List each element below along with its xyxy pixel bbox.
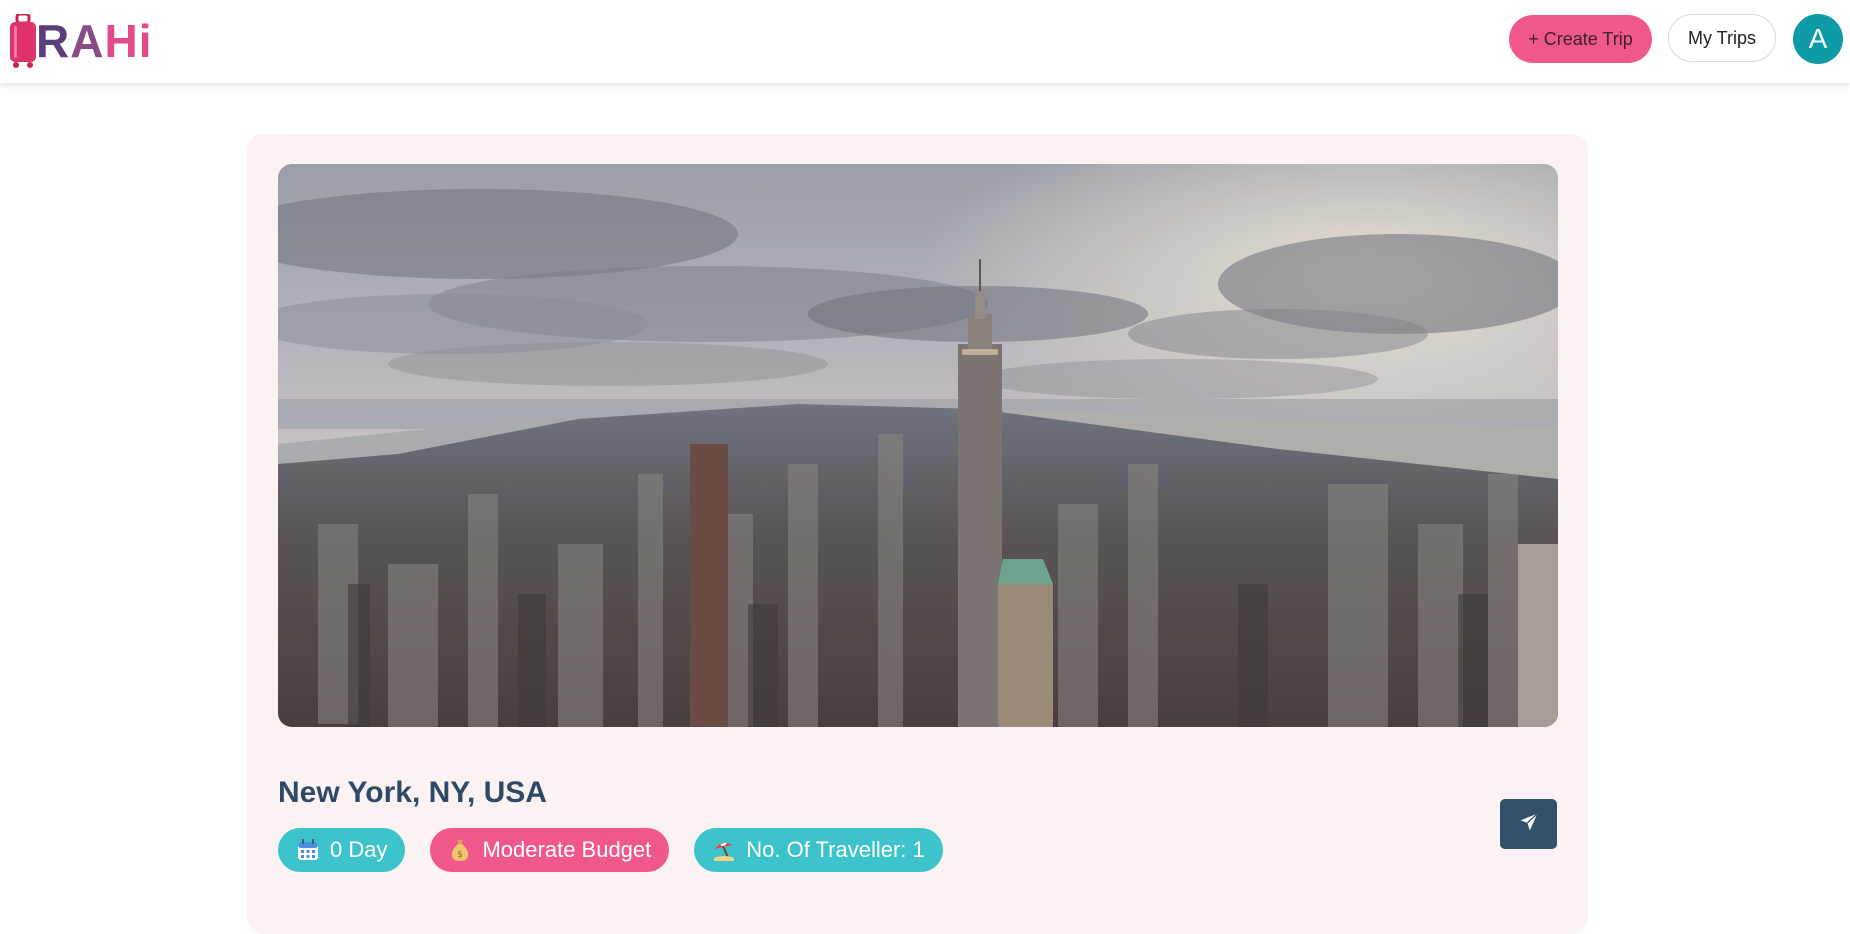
- beach-icon: [712, 838, 736, 862]
- trip-travellers-label: No. Of Traveller: 1: [746, 837, 925, 862]
- suitcase-icon: [8, 12, 38, 68]
- logo-letters-hi: Hi: [104, 15, 153, 67]
- trip-budget-label: Moderate Budget: [482, 837, 652, 862]
- top-navbar: RAHi + Create Trip My Trips A: [0, 0, 1850, 83]
- avatar[interactable]: A: [1793, 14, 1843, 64]
- calendar-icon: [296, 838, 320, 862]
- logo-letter-r: R: [36, 15, 71, 67]
- my-trips-button[interactable]: My Trips: [1668, 14, 1776, 62]
- svg-text:$: $: [458, 850, 464, 860]
- money-bag-icon: $: [448, 838, 472, 862]
- trip-travellers-chip: No. Of Traveller: 1: [694, 828, 943, 872]
- create-trip-button[interactable]: + Create Trip: [1509, 15, 1652, 63]
- logo-letter-a: A: [70, 15, 105, 67]
- trip-info-chips: 0 Day $ Moderate Budget No. Of Traveller…: [278, 828, 943, 872]
- share-button[interactable]: [1500, 799, 1557, 849]
- trip-days-label: 0 Day: [330, 837, 388, 862]
- trip-budget-chip: $ Moderate Budget: [430, 828, 670, 872]
- send-icon: [1519, 812, 1539, 837]
- trip-days-chip: 0 Day: [278, 828, 406, 872]
- logo-text: RAHi: [36, 18, 152, 64]
- rahi-logo[interactable]: RAHi: [8, 12, 152, 68]
- trip-location-title: New York, NY, USA: [278, 776, 547, 809]
- destination-hero-image: [278, 164, 1558, 727]
